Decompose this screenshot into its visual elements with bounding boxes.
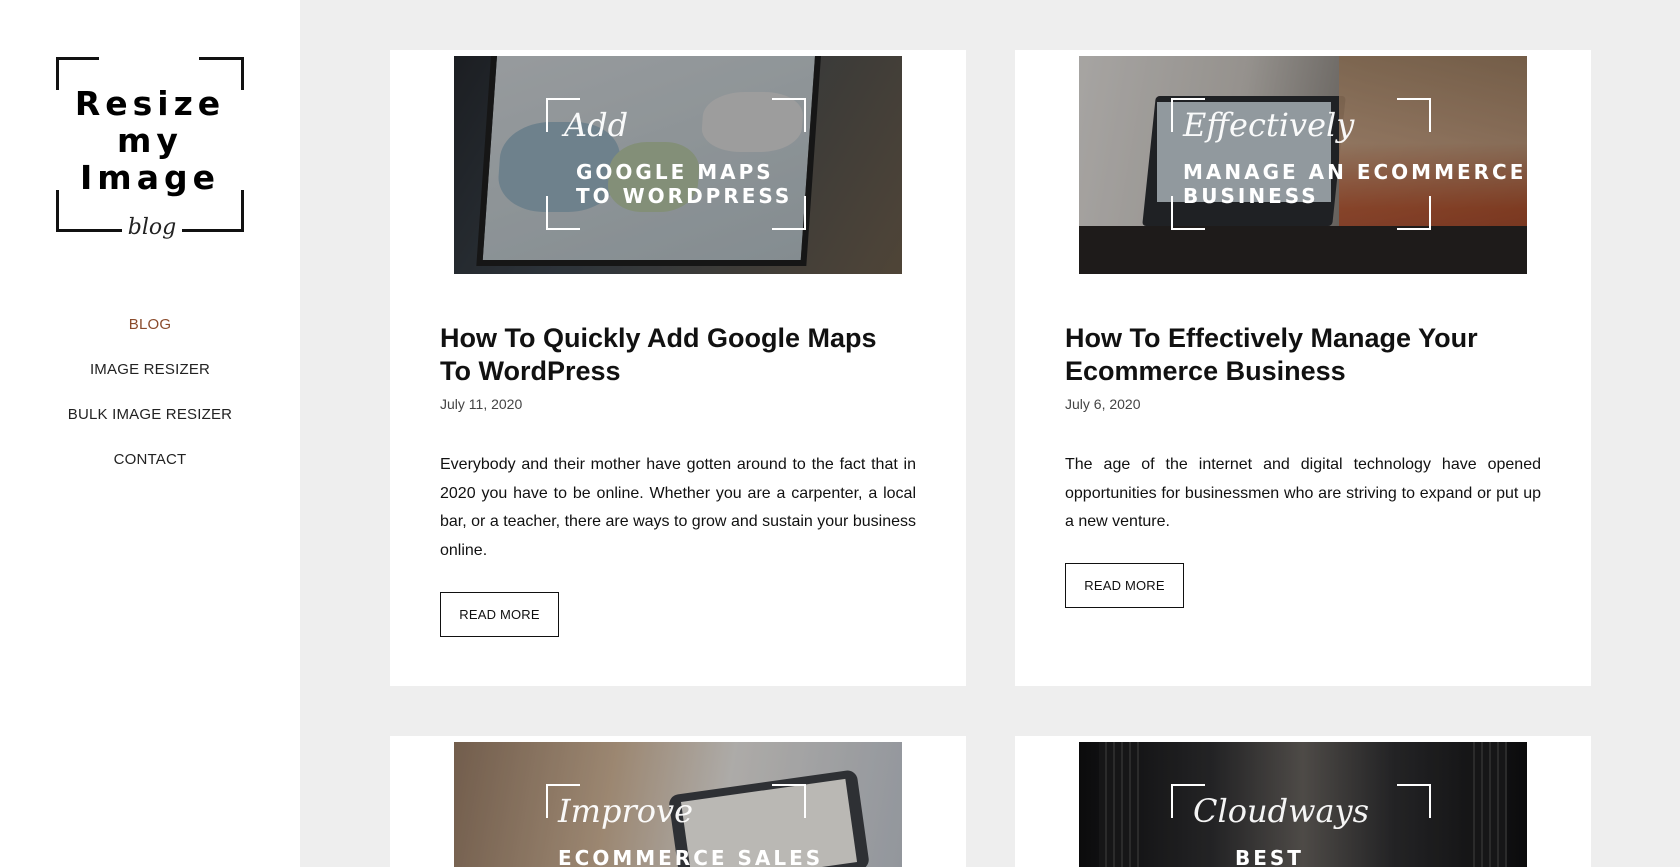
thumbnail-script-text: Effectively [1183, 106, 1355, 144]
post-card: Add GOOGLE MAPS TO WORDPRESS How To Quic… [390, 50, 966, 686]
nav-item-image-resizer[interactable]: IMAGE RESIZER [0, 358, 300, 403]
post-card: Improve ECOMMERCE SALES WITH [390, 736, 966, 867]
logo-text: Resize my Image [56, 85, 244, 196]
post-excerpt: Everybody and their mother have gotten a… [440, 456, 916, 559]
thumbnail-caption: BEST WOOCOMMERCE [1235, 846, 1304, 867]
logo-line-1: Resize [74, 84, 226, 123]
thumbnail-caption: MANAGE AN ECOMMERCE BUSINESS [1183, 160, 1527, 208]
post-thumbnail[interactable]: Add GOOGLE MAPS TO WORDPRESS [454, 56, 902, 274]
thumbnail-caption: GOOGLE MAPS TO WORDPRESS [576, 160, 793, 208]
post-date: July 11, 2020 [440, 396, 523, 412]
post-card: Cloudways BEST WOOCOMMERCE [1015, 736, 1591, 867]
read-more-button[interactable]: READ MORE [440, 592, 559, 637]
post-date: July 6, 2020 [1065, 396, 1141, 412]
post-thumbnail[interactable]: Cloudways BEST WOOCOMMERCE [1079, 742, 1527, 867]
site-logo[interactable]: Resize my Image blog [55, 56, 246, 272]
post-card: Effectively MANAGE AN ECOMMERCE BUSINESS… [1015, 50, 1591, 686]
post-thumbnail[interactable]: Improve ECOMMERCE SALES WITH [454, 742, 902, 867]
nav-item-contact[interactable]: CONTACT [0, 448, 300, 493]
post-excerpt: The age of the internet and digital tech… [1065, 456, 1541, 530]
sidebar: Resize my Image blog BLOG IMAGE RESIZER … [0, 0, 300, 867]
post-title[interactable]: How To Effectively Manage Your Ecommerce… [1065, 322, 1535, 388]
thumbnail-caption: ECOMMERCE SALES WITH [558, 846, 824, 867]
logo-line-2: my [117, 121, 183, 160]
read-more-button[interactable]: READ MORE [1065, 563, 1184, 608]
logo-line-3: Image [80, 158, 220, 197]
post-title[interactable]: How To Quickly Add Google Maps To WordPr… [440, 322, 910, 388]
thumbnail-script-text: Add [564, 106, 629, 144]
main-nav: BLOG IMAGE RESIZER BULK IMAGE RESIZER CO… [0, 313, 300, 493]
post-thumbnail[interactable]: Effectively MANAGE AN ECOMMERCE BUSINESS [1079, 56, 1527, 274]
nav-item-bulk-image-resizer[interactable]: BULK IMAGE RESIZER [0, 403, 300, 448]
thumbnail-script-text: Improve [558, 792, 694, 830]
thumbnail-script-text: Cloudways [1193, 792, 1370, 830]
logo-tagline: blog [122, 215, 182, 240]
nav-item-blog[interactable]: BLOG [0, 313, 300, 358]
